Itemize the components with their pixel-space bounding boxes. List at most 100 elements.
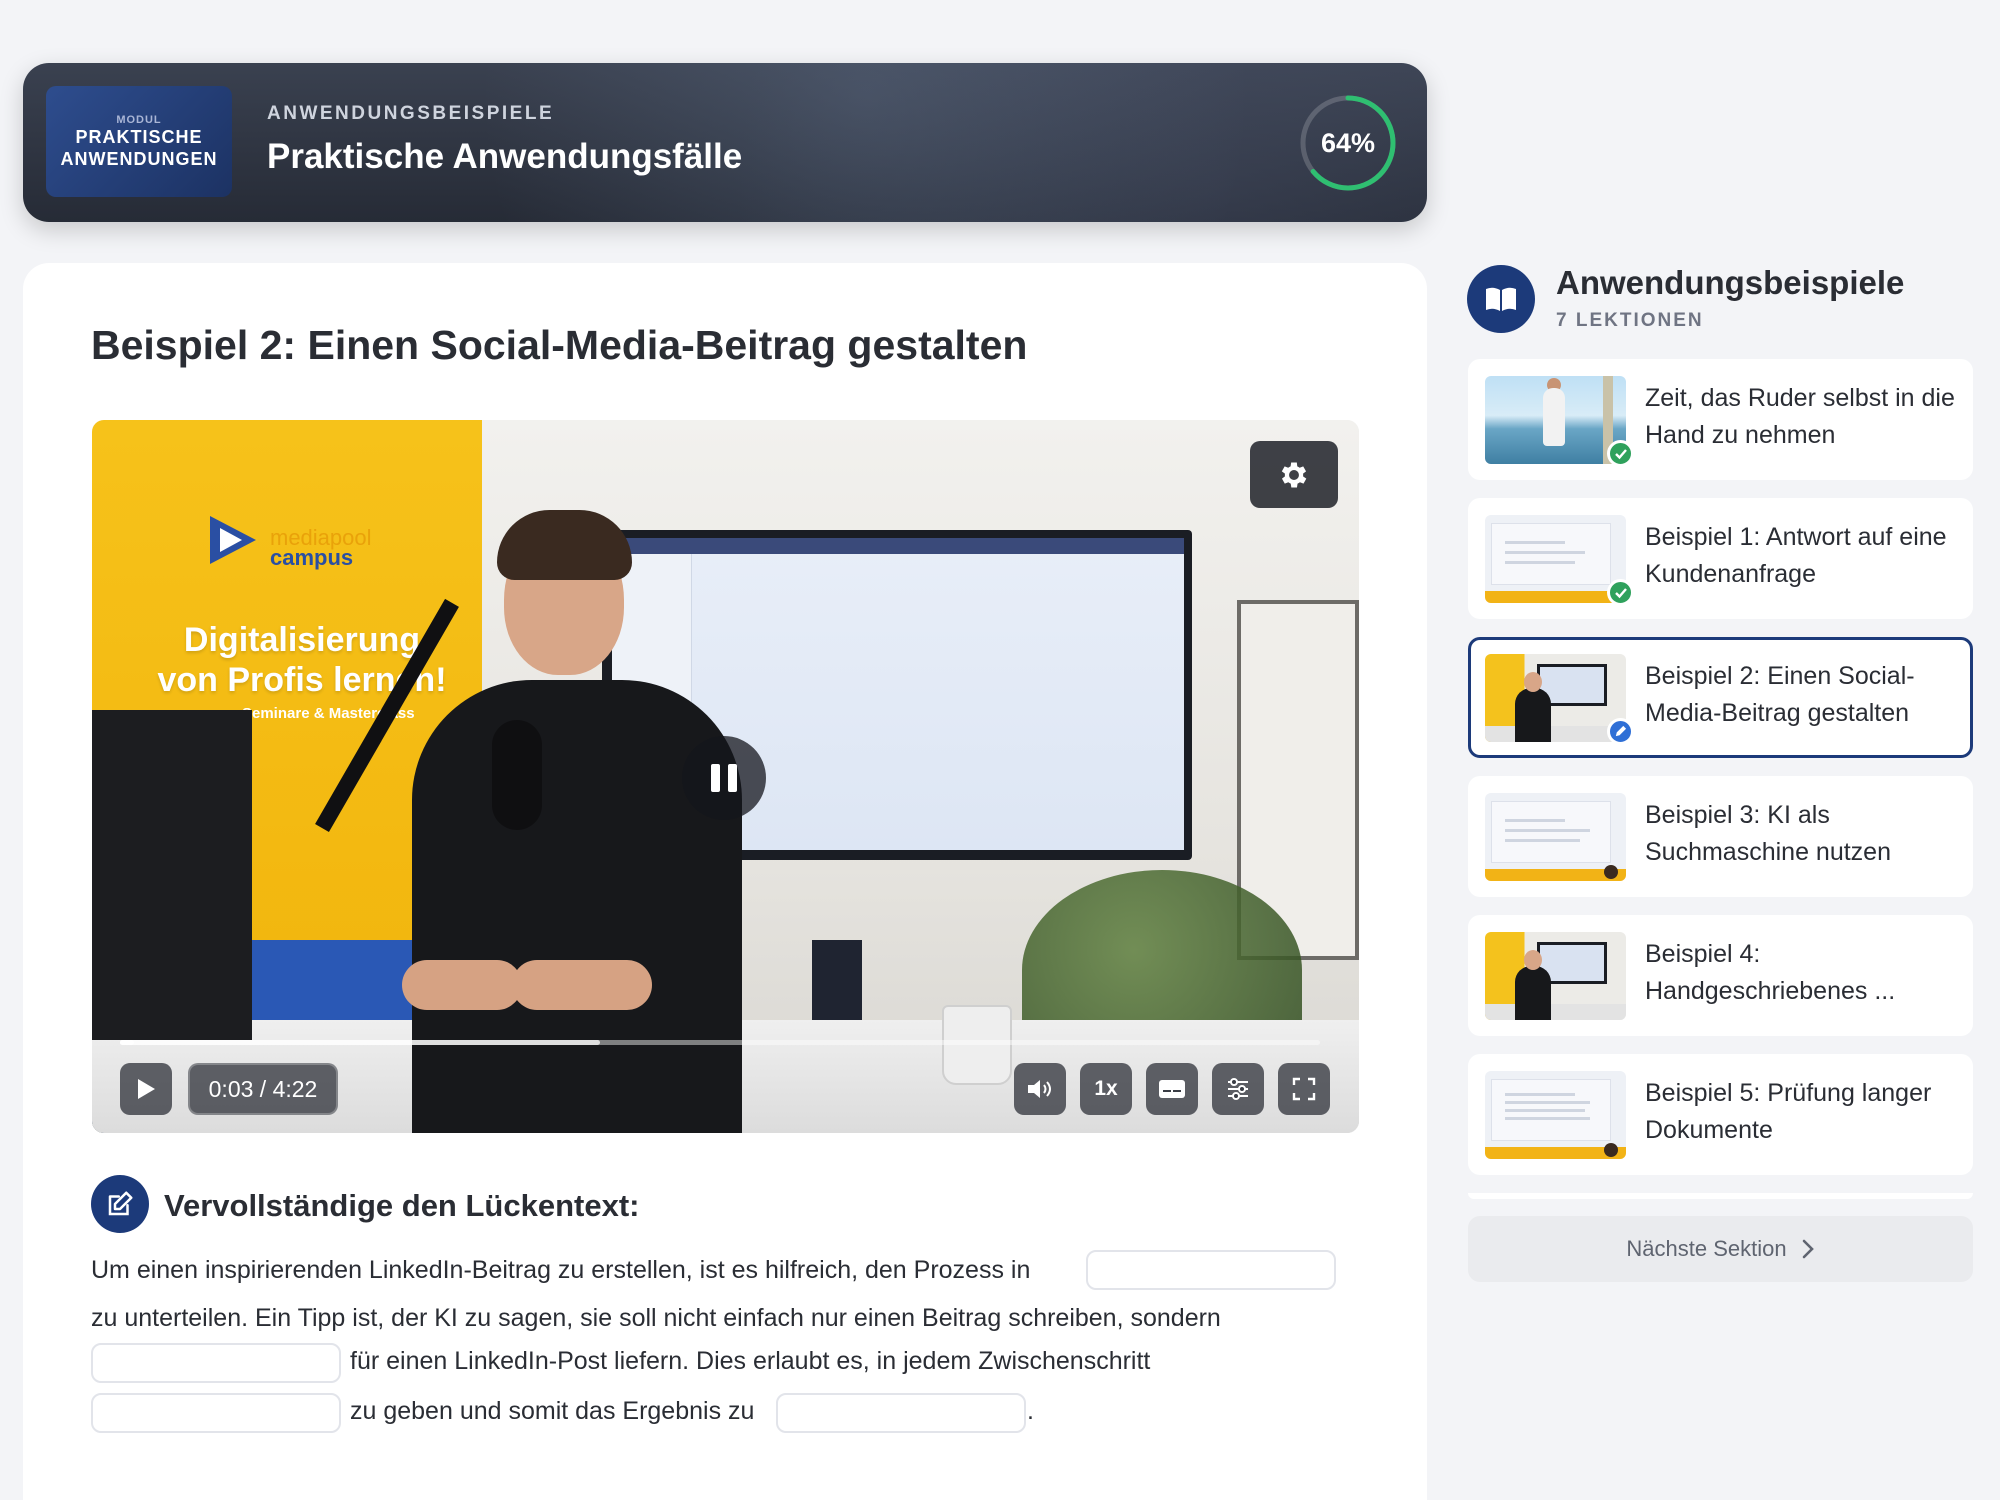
- lesson-title: Beispiel 2: Einen Social-Media-Beitrag g…: [91, 322, 1028, 368]
- sidebar-lesson-count: 7 LEKTIONEN: [1556, 310, 1704, 331]
- exercise-heading: Vervollständige den Lückentext:: [164, 1188, 640, 1223]
- video-monitor: [92, 710, 252, 1040]
- fullscreen-icon: [1292, 1077, 1316, 1101]
- video-progress-bar[interactable]: [120, 1040, 1320, 1045]
- lesson-item-title: Beispiel 2: Einen Social-Media-Beitrag g…: [1645, 662, 1915, 727]
- thumb-line: [1505, 819, 1565, 822]
- module-thumb-line1: PRAKTISCHE: [75, 126, 203, 147]
- thumb-presenter: [1604, 1143, 1618, 1157]
- video-played-fill: [120, 1040, 135, 1045]
- video-tv-toolbar: [612, 538, 1184, 554]
- video-presenter-body: [412, 680, 742, 1133]
- completed-check-icon: [1607, 579, 1634, 606]
- thumb-line: [1505, 541, 1565, 544]
- brand-logo-icon: [210, 516, 256, 564]
- page-title: Praktische Anwendungsfälle: [267, 137, 743, 176]
- video-brand-text: mediapool campus: [270, 527, 372, 570]
- volume-button[interactable]: [1014, 1063, 1066, 1115]
- in-progress-pencil-icon: [1607, 718, 1634, 745]
- edit-icon: [108, 1191, 133, 1216]
- thumb-line: [1505, 1093, 1575, 1096]
- exercise-text-segment-4: zu geben und somit das Ergebnis zu: [350, 1397, 755, 1425]
- exercise-icon-badge: [91, 1175, 149, 1233]
- lesson-item-title: Beispiel 1: Antwort auf eine Kundenanfra…: [1645, 523, 1947, 588]
- playback-speed-button[interactable]: 1x: [1080, 1063, 1132, 1115]
- video-book: [812, 940, 862, 1020]
- progress-ring: 64%: [1298, 93, 1398, 193]
- fullscreen-button[interactable]: [1278, 1063, 1330, 1115]
- thumb-person-head: [1524, 950, 1542, 970]
- video-mug: [942, 1005, 1012, 1085]
- thumb-line: [1505, 1117, 1590, 1120]
- thumb-line: [1505, 1101, 1590, 1104]
- next-section-label: Nächste Sektion: [1626, 1236, 1787, 1261]
- lesson-thumbnail: [1485, 654, 1626, 742]
- video-presenter-hair: [497, 510, 632, 580]
- video-adjustments-button[interactable]: [1212, 1063, 1264, 1115]
- thumb-brand-bar: [1485, 591, 1626, 603]
- lesson-item-title: Beispiel 3: KI als Suchmaschine nutzen: [1645, 801, 1891, 866]
- lesson-item-title: Zeit, das Ruder selbst in die Hand zu ne…: [1645, 384, 1955, 449]
- captions-button[interactable]: [1146, 1063, 1198, 1115]
- pause-icon-bar-right: [728, 764, 737, 792]
- thumb-line: [1505, 561, 1575, 564]
- thumb-person: [1543, 388, 1565, 446]
- video-brand-line2: campus: [270, 545, 354, 570]
- lesson-thumbnail: [1485, 1071, 1626, 1159]
- play-button[interactable]: [120, 1063, 172, 1115]
- lesson-thumbnail: [1485, 376, 1626, 464]
- pause-icon-bar-left: [711, 764, 720, 792]
- thumb-line: [1505, 829, 1590, 832]
- thumb-desk: [1485, 1004, 1626, 1020]
- progress-percent: 64%: [1320, 127, 1376, 158]
- section-kicker: ANWENDUNGSBEISPIELE: [267, 103, 555, 124]
- gap-input-4[interactable]: [776, 1393, 1026, 1433]
- thumb-desk: [1485, 726, 1626, 742]
- exercise-text-segment-3: für einen LinkedIn-Post liefern. Dies er…: [350, 1347, 1151, 1375]
- thumb-presenter: [1604, 865, 1618, 879]
- video-pause-overlay-button[interactable]: [682, 736, 766, 820]
- lesson-item[interactable]: Beispiel 3: KI als Suchmaschine nutzen: [1468, 776, 1973, 897]
- thumb-line: [1505, 839, 1580, 842]
- next-section-button[interactable]: Nächste Sektion: [1468, 1216, 1973, 1282]
- video-settings-button[interactable]: [1250, 441, 1338, 508]
- thumb-screen: [1491, 523, 1611, 585]
- thumb-person: [1515, 688, 1551, 742]
- sidebar-section-title: Anwendungsbeispiele: [1556, 264, 1905, 301]
- thumb-person: [1515, 966, 1551, 1020]
- lesson-list-overflow-edge: [1468, 1193, 1973, 1199]
- completed-check-icon: [1607, 440, 1634, 467]
- section-icon-badge: [1467, 265, 1535, 333]
- thumb-line: [1505, 551, 1585, 554]
- volume-icon: [1028, 1080, 1051, 1098]
- video-presenter-arm-right: [512, 960, 652, 1010]
- video-buffered-fill: [120, 1040, 600, 1045]
- exercise-text-segment-5: .: [1027, 1397, 1034, 1425]
- sliders-icon: [1228, 1078, 1248, 1100]
- video-banner-line2: von Profis lernen!: [157, 661, 447, 699]
- video-presenter-arm-left: [402, 960, 522, 1010]
- exercise-text-segment-1: Um einen inspirierenden LinkedIn-Beitrag…: [91, 1256, 1031, 1284]
- lesson-item-title: Beispiel 4: Handgeschriebenes ...: [1645, 940, 1896, 1005]
- lesson-thumbnail: [1485, 793, 1626, 881]
- video-microphone: [492, 720, 542, 830]
- play-icon: [138, 1079, 155, 1099]
- book-icon: [1486, 287, 1516, 311]
- lesson-item[interactable]: Beispiel 5: Prüfung langer Dokumente: [1468, 1054, 1973, 1175]
- gap-input-3[interactable]: [91, 1393, 341, 1433]
- video-player[interactable]: mediapool campus Digitalisierung von Pro…: [92, 420, 1359, 1133]
- gap-input-1[interactable]: [1086, 1250, 1336, 1290]
- lesson-item[interactable]: Beispiel 4: Handgeschriebenes ...: [1468, 915, 1973, 1036]
- module-thumb-kicker: MODUL: [116, 113, 162, 126]
- lesson-thumbnail: [1485, 515, 1626, 603]
- exercise-text-segment-2: zu unterteilen. Ein Tipp ist, der KI zu …: [91, 1304, 1221, 1332]
- lesson-item[interactable]: Beispiel 1: Antwort auf eine Kundenanfra…: [1468, 498, 1973, 619]
- thumb-person-head: [1524, 672, 1542, 692]
- lesson-thumbnail: [1485, 932, 1626, 1020]
- lesson-item-active[interactable]: Beispiel 2: Einen Social-Media-Beitrag g…: [1468, 637, 1973, 758]
- module-thumb-line2: ANWENDUNGEN: [60, 148, 218, 169]
- lesson-item[interactable]: Zeit, das Ruder selbst in die Hand zu ne…: [1468, 359, 1973, 480]
- captions-icon: [1159, 1080, 1185, 1098]
- gap-input-2[interactable]: [91, 1343, 341, 1383]
- video-time-display: 0:03 / 4:22: [188, 1063, 338, 1115]
